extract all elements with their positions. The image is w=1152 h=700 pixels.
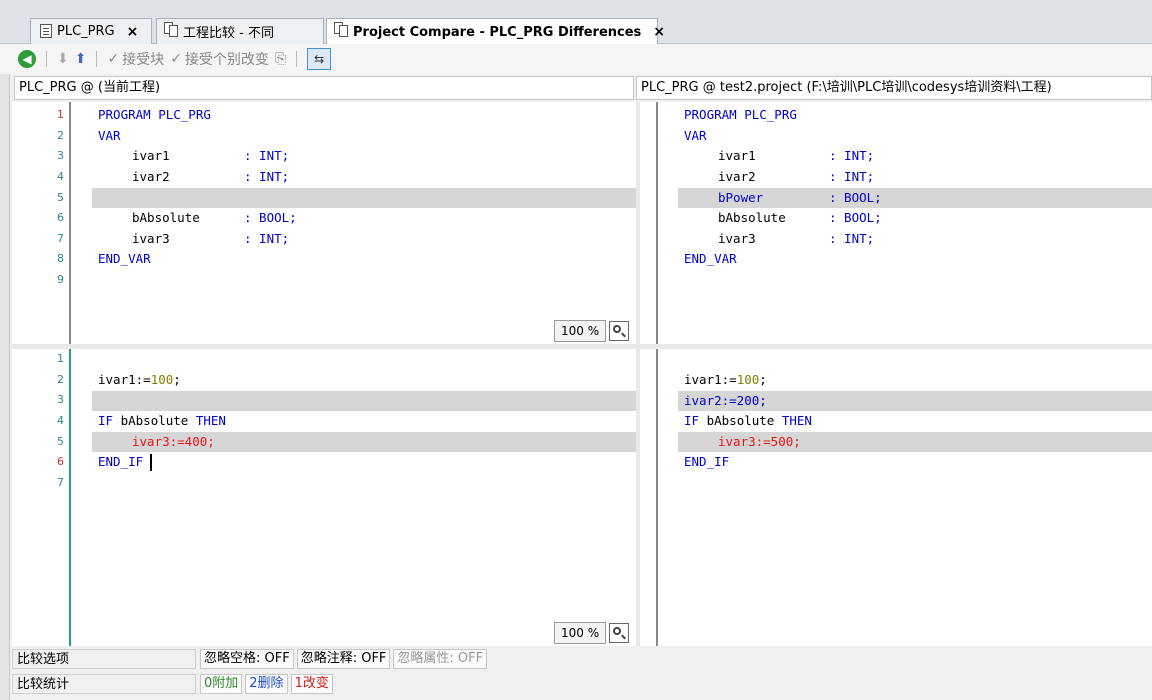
zoom-level[interactable]: 100 % (554, 320, 607, 342)
changed-count: 1改变 (290, 674, 333, 694)
checkmark-icon: ✓ (170, 51, 182, 67)
compare-stats-label: 比较统计 (12, 674, 196, 694)
code-line: END_VAR (684, 251, 737, 266)
code-line: bPower (718, 190, 764, 205)
tab-label: PLC_PRG (57, 24, 115, 39)
next-difference-button[interactable]: ⬇ (57, 51, 69, 67)
code-line: bAbsolute (718, 210, 786, 225)
ignore-whitespace-toggle[interactable]: 忽略空格: OFF (200, 649, 294, 669)
code-type: : INT; (244, 148, 290, 163)
close-icon[interactable]: × (653, 24, 665, 40)
zoom-control: 100 % (554, 622, 630, 644)
zoom-icon[interactable] (609, 321, 630, 341)
right-pane-header: PLC_PRG @ test2.project (F:\培训\PLC培训\cod… (636, 76, 1152, 100)
arrow-up-icon: ⬆ (74, 51, 87, 67)
checkmark-icon: ✓ (107, 51, 120, 67)
left-edge-panel (0, 74, 10, 700)
tab-label: Project Compare - PLC_PRG Differences (353, 24, 642, 40)
code-line: ivar2:=200; (684, 393, 767, 408)
accept-all-button[interactable]: ⎘ (275, 51, 286, 67)
right-implementation-pane[interactable]: ivar1:=100; ivar2:=200; IF bAbsolute THE… (640, 349, 1152, 646)
code-type: : INT; (829, 231, 875, 246)
code-line: ivar2 (132, 169, 170, 184)
deleted-count: 2删除 (245, 674, 288, 694)
code-line: IF bAbsolute THEN (684, 413, 812, 428)
diff-highlight (92, 391, 636, 411)
tab-plc-prg[interactable]: PLC_PRG × (30, 18, 152, 44)
code-type: : INT; (244, 169, 290, 184)
tab-project-compare-plc-prg[interactable]: Project Compare - PLC_PRG Differences × (326, 18, 665, 45)
back-icon[interactable]: ◀ (18, 50, 36, 68)
code-line: ivar1:=100; (98, 372, 181, 387)
document-arrow-icon: ⎘ (274, 51, 287, 67)
tab-project-compare-diff[interactable]: 工程比较 - 不同 (156, 18, 324, 44)
toolbar: ◀ ⬇ ⬆ ✓ 接受块 ✓ 接受个别改变 ⎘ ⇆ (0, 44, 1152, 74)
code-line: PROGRAM PLC_PRG (684, 107, 797, 122)
tab-label: 工程比较 - 不同 (183, 26, 274, 41)
code-type: : INT; (829, 169, 875, 184)
code-line: VAR (684, 128, 707, 143)
left-implementation-pane[interactable]: 1 2 3 4 5 6 7 ivar1:=100; IF bAbsolute T… (12, 349, 636, 646)
code-type: : INT; (829, 148, 875, 163)
code-line: ivar3:=500; (718, 434, 801, 449)
code-type: : BOOL; (829, 190, 882, 205)
code-line: ivar2 (718, 169, 756, 184)
code-line: END_VAR (98, 251, 151, 266)
zoom-control: 100 % (554, 320, 630, 342)
code-type: : BOOL; (829, 210, 882, 225)
text-cursor (150, 454, 152, 471)
code-line: VAR (98, 128, 121, 143)
compare-options-row: 比较选项 忽略空格: OFF 忽略注释: OFF 忽略属性: OFF (12, 648, 1152, 670)
zoom-level[interactable]: 100 % (554, 622, 607, 644)
code-line: ivar3:=400; (132, 434, 215, 449)
code-line: END_IF (684, 454, 730, 469)
right-declaration-pane[interactable]: PROGRAM PLC_PRG VAR ivar1 : INT; ivar2 :… (640, 102, 1152, 344)
tab-strip: PLC_PRG × 工程比较 - 不同 Project Compare - PL… (0, 0, 1152, 45)
ignore-comments-toggle[interactable]: 忽略注释: OFF (296, 649, 391, 669)
left-pane-header: PLC_PRG @ (当前工程) (14, 76, 634, 100)
close-icon[interactable]: × (127, 24, 139, 40)
toggle-view-icon[interactable]: ⇆ (307, 48, 332, 70)
previous-difference-button[interactable]: ⬆ (75, 51, 87, 67)
code-line: ivar3 (132, 231, 170, 246)
zoom-icon[interactable] (609, 623, 630, 643)
code-line: ivar3 (718, 231, 756, 246)
arrow-down-icon: ⬇ (57, 51, 69, 67)
left-declaration-pane[interactable]: 1 2 3 4 5 6 7 8 9 PROGRAM PLC_PRG VAR iv… (12, 102, 636, 344)
accept-change-button[interactable]: ✓ 接受个别改变 (170, 49, 269, 69)
ignore-properties-toggle[interactable]: 忽略属性: OFF (393, 649, 488, 669)
code-line: ivar1 (718, 148, 756, 163)
code-line: END_IF (98, 454, 144, 469)
code-line: IF bAbsolute THEN (98, 413, 226, 428)
compare-options-label: 比较选项 (12, 649, 196, 669)
code-type: : INT; (244, 231, 290, 246)
compare-stats-row: 比较统计 0附加 2删除 1改变 (12, 673, 1152, 695)
code-line: ivar1:=100; (684, 372, 767, 387)
code-line: PROGRAM PLC_PRG (98, 107, 211, 122)
code-line: bAbsolute (132, 210, 200, 225)
code-line: ivar1 (132, 148, 170, 163)
code-type: : BOOL; (244, 210, 297, 225)
accept-block-button[interactable]: ✓ 接受块 (107, 49, 164, 69)
document-icon (40, 24, 52, 38)
added-count: 0附加 (200, 674, 243, 694)
diff-highlight (92, 188, 636, 208)
